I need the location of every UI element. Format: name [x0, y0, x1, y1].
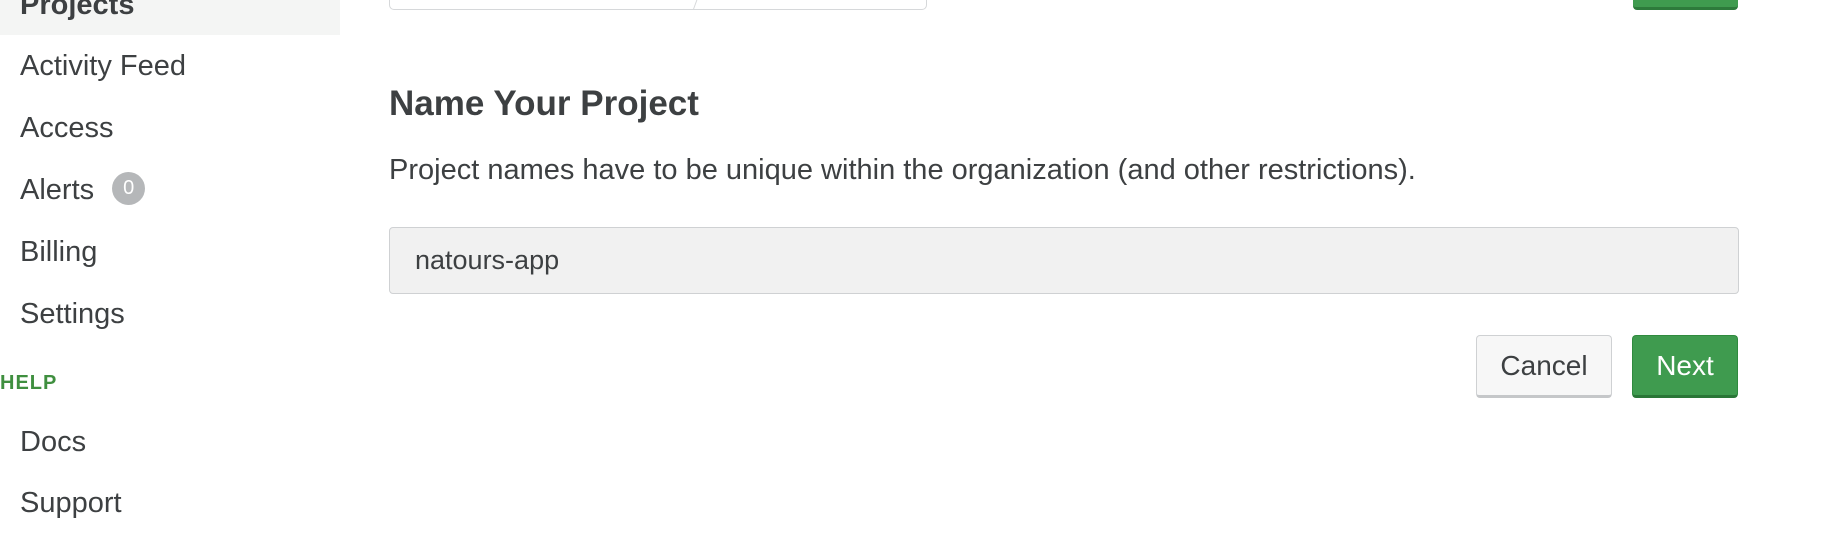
sidebar-item-label: Alerts [20, 174, 95, 206]
next-button[interactable]: Next [1632, 335, 1738, 398]
sidebar: Projects Activity Feed Access Alerts 0 Bi… [0, 0, 340, 519]
sidebar-item-label: Docs [20, 426, 87, 458]
sidebar-item-label: Projects [20, 0, 135, 21]
sidebar-item-label: Billing [20, 236, 98, 268]
sidebar-item-settings[interactable]: Settings [0, 284, 340, 344]
sidebar-item-alerts[interactable]: Alerts 0 [0, 160, 340, 220]
sidebar-item-access[interactable]: Access [0, 98, 340, 158]
sidebar-item-label: Activity Feed [20, 50, 186, 82]
page-title: Name Your Project [389, 84, 699, 123]
sidebar-item-label: Support [20, 487, 122, 519]
sidebar-item-support[interactable]: Support [0, 473, 340, 533]
sidebar-item-label: Access [20, 112, 114, 144]
breadcrumb-separator [673, 0, 708, 9]
sidebar-item-label: Settings [20, 298, 125, 330]
main-content: Name Your Project Project names have to … [389, 0, 1739, 504]
sidebar-item-docs[interactable]: Docs [0, 412, 340, 472]
breadcrumb[interactable] [389, 0, 927, 10]
help-section-label: HELP [0, 372, 58, 394]
sidebar-item-projects[interactable]: Projects [0, 0, 340, 35]
sidebar-item-billing[interactable]: Billing [0, 222, 340, 282]
alerts-count-badge: 0 [112, 171, 146, 205]
page-description: Project names have to be unique within t… [389, 154, 1416, 186]
cancel-button[interactable]: Cancel [1476, 335, 1612, 398]
top-action-button[interactable] [1633, 0, 1738, 10]
sidebar-item-activity-feed[interactable]: Activity Feed [0, 36, 340, 96]
project-name-input[interactable] [389, 227, 1739, 294]
